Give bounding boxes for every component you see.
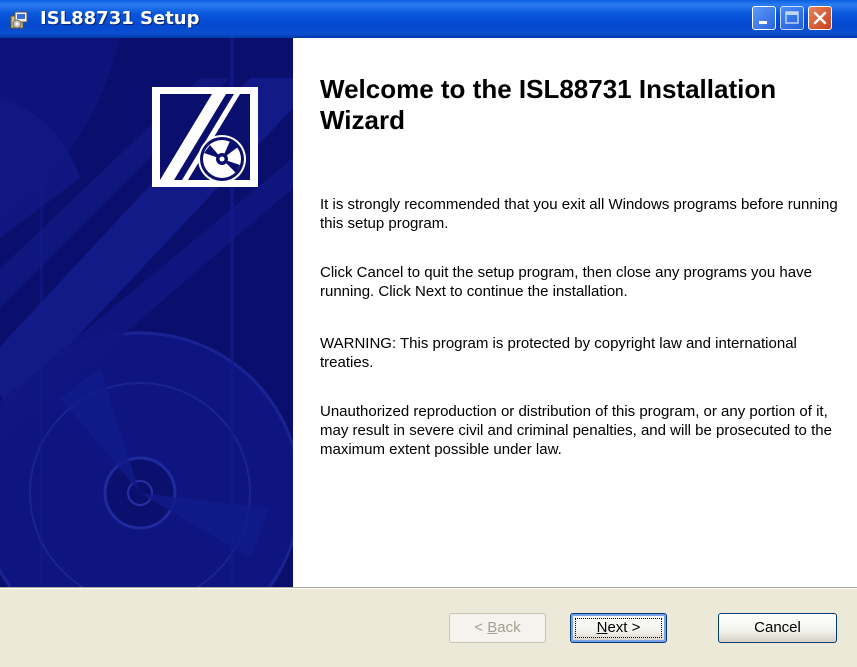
setup-installer-icon [9, 8, 31, 30]
setup-window: ISL88731 Setup Welcome to the ISL88731 I… [0, 0, 857, 667]
unauthorized-use-text: Unauthorized reproduction or distributio… [320, 403, 832, 458]
back-button-label: < Back [474, 619, 521, 636]
close-button[interactable] [808, 6, 832, 30]
cancel-button[interactable]: Cancel [718, 613, 837, 643]
minimize-icon [759, 21, 767, 24]
next-button-label: Next > [596, 619, 641, 636]
back-button[interactable]: < Back [449, 613, 546, 643]
cancel-button-label: Cancel [754, 619, 801, 636]
minimize-button[interactable] [752, 6, 776, 30]
wizard-banner [0, 38, 293, 587]
maximize-icon [785, 11, 799, 24]
wizard-heading: Welcome to the ISL88731 Installation Wiz… [320, 74, 777, 135]
recommendation-text: It is strongly recommended that you exit… [320, 196, 838, 232]
instructions-text: Click Cancel to quit the setup program, … [320, 264, 812, 300]
window-title: ISL88731 Setup [40, 8, 200, 29]
copyright-warning-text: WARNING: This program is protected by co… [320, 335, 797, 371]
maximize-button[interactable] [780, 6, 804, 30]
button-bar: < Back Next > Cancel [0, 587, 857, 667]
close-icon [813, 11, 827, 25]
next-button[interactable]: Next > [570, 613, 667, 643]
title-bar[interactable]: ISL88731 Setup [0, 0, 857, 38]
installer-cd-logo-icon [152, 87, 258, 187]
wizard-content: Welcome to the ISL88731 Installation Wiz… [293, 38, 857, 587]
